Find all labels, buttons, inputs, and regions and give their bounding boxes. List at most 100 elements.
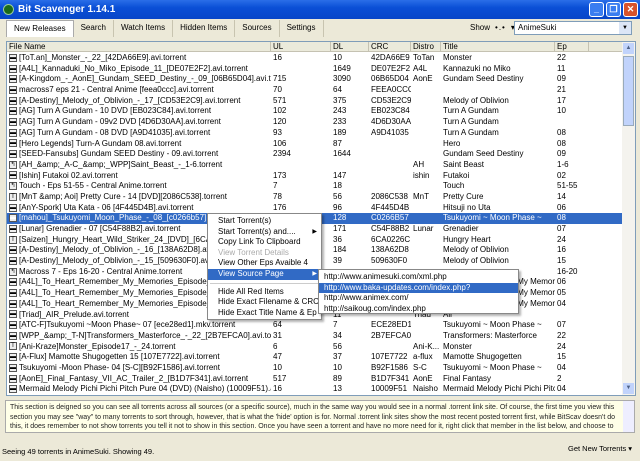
cell-crc: 42DA66E9 bbox=[371, 53, 410, 62]
close-button[interactable]: ✕ bbox=[623, 2, 638, 17]
menu-item[interactable]: View Source Page ▶ bbox=[208, 268, 321, 280]
torrent-file-icon: T bbox=[9, 235, 17, 244]
table-row[interactable]: ▬ [ATC-F]Tsukuyomi ~Moon Phase~ 07 [ece28… bbox=[7, 320, 623, 331]
column-header[interactable] bbox=[589, 42, 623, 51]
cell-ep bbox=[555, 310, 589, 321]
minimize-button[interactable]: _ bbox=[589, 2, 604, 17]
cell-dl: 64 bbox=[333, 85, 342, 95]
source-url-item[interactable]: http://www.animesuki.com/xml.php bbox=[319, 272, 518, 283]
source-url-item[interactable]: http://saikoug.com/index.php bbox=[319, 304, 518, 315]
menu-item[interactable]: Hide All Red Items bbox=[208, 287, 321, 298]
cell-ul: 176 bbox=[273, 202, 287, 212]
column-header[interactable]: Distro bbox=[411, 42, 441, 51]
cell-title: Kannazuki no Miko bbox=[443, 63, 511, 73]
cell-distro: ishin bbox=[413, 170, 430, 180]
table-row[interactable]: ▬ [AG] Turn A Gundam - 09v2 DVD [4D6D30AA… bbox=[7, 117, 623, 128]
cell-crc bbox=[369, 149, 411, 160]
scroll-down-icon[interactable]: ▼ bbox=[623, 383, 634, 394]
cell-extra bbox=[589, 299, 623, 310]
table-row[interactable]: T [MnT &amp; Aoi] Pretty Cure - 14 [DVD][… bbox=[7, 192, 623, 203]
column-header[interactable]: File Name bbox=[7, 42, 271, 51]
cell-distro: AH bbox=[413, 159, 425, 169]
cell-file: ▬ [WPP_&amp;_T-N]Transformers_Masterforce… bbox=[7, 331, 271, 342]
cell-extra bbox=[589, 224, 623, 235]
cell-dl: 13 bbox=[333, 384, 342, 394]
cell-distro bbox=[411, 245, 441, 256]
cell-extra bbox=[589, 128, 623, 139]
window-title: Bit Scavenger 1.14.1 bbox=[18, 4, 116, 15]
cell-extra bbox=[589, 64, 623, 75]
torrent-file-icon: ▬ bbox=[9, 353, 17, 362]
cell-extra bbox=[589, 342, 623, 353]
table-row[interactable]: ↰ [AH_&amp;_A-C_&amp;_WPP]Saint_Beast_-_1… bbox=[7, 160, 623, 171]
column-header[interactable]: Title bbox=[441, 42, 555, 51]
table-row[interactable]: T [Ani-Kraze]Monster_Episode17_-_24.torre… bbox=[7, 342, 623, 353]
table-row[interactable]: ▬ Mermaid Melody Pichi Pichi Pitch Pure 0… bbox=[7, 384, 623, 395]
submenu-arrow-icon: ▶ bbox=[312, 270, 317, 277]
cell-ul: 6 bbox=[273, 341, 278, 351]
cell-ep: 04 bbox=[557, 362, 566, 372]
cell-title: Monster bbox=[443, 53, 472, 62]
cell-title: Melody of Oblivion bbox=[443, 245, 509, 255]
table-row[interactable]: ▬ [A-Kingdom_-_AonE]_Gundam_SEED_Destiny_… bbox=[7, 74, 623, 85]
source-url-item[interactable]: http://www.animex.com/ bbox=[319, 293, 518, 304]
scroll-thumb[interactable] bbox=[623, 56, 634, 126]
table-row[interactable]: ▬ [SEED-Fansubs] Gundam SEED Destiny - 09… bbox=[7, 149, 623, 160]
context-menu: Start Torrent(s) Start Torrent(s) and....… bbox=[207, 213, 322, 320]
menu-item-label: View Source Page bbox=[218, 268, 284, 278]
table-row[interactable]: ↰ Touch - Eps 51-55 - Central Anime.torre… bbox=[7, 181, 623, 192]
tab-search[interactable]: Search bbox=[74, 20, 114, 37]
table-row[interactable]: ▬ [AonE]_Final_Fantasy_VII_AC_Trailer_2_[… bbox=[7, 374, 623, 385]
cell-distro bbox=[411, 320, 441, 331]
table-row[interactable]: ▬ [WPP_&amp;_T-N]Transformers_Masterforce… bbox=[7, 331, 623, 342]
tab-watch-items[interactable]: Watch Items bbox=[114, 20, 174, 37]
table-row[interactable]: ▬ [A-Flux] Mamotte Shugogetten 15 [107E77… bbox=[7, 352, 623, 363]
menu-item[interactable]: Hide Exact Title Name & Ep bbox=[208, 308, 321, 319]
table-row[interactable]: ▬ [Hero Legends] Turn-A Gundam 08.avi.tor… bbox=[7, 139, 623, 150]
menu-item[interactable]: Hide Exact Filename & CRC bbox=[208, 297, 321, 308]
table-row[interactable]: ▬ Tsukuyomi -Moon Phase- 04 [S-C][B92F158… bbox=[7, 363, 623, 374]
table-row[interactable]: ▬ [A-Destiny]_Melody_of_Oblivion_-_17_[CD… bbox=[7, 96, 623, 107]
source-url-item[interactable]: http://www.baka-updates.com/index.php?pa… bbox=[319, 282, 518, 302]
cell-ul: 31 bbox=[273, 330, 282, 340]
table-row[interactable]: ▬ [AG] Turn A Gundam - 08 DVD [A9D41035].… bbox=[7, 128, 623, 139]
menu-item[interactable]: Copy Link To Clipboard bbox=[208, 237, 321, 248]
cell-ep: 22 bbox=[557, 330, 566, 340]
table-row[interactable]: ▬ [ToT.an]_Monster_-_22_[42DA66E9].avi.to… bbox=[7, 53, 623, 64]
file-name: [Ishin] Futakoi 02.avi.torrent bbox=[19, 170, 118, 180]
cell-distro bbox=[411, 149, 441, 160]
column-header[interactable]: CRC bbox=[369, 42, 411, 51]
cell-crc: 2B7EFCA0 bbox=[371, 330, 411, 340]
cell-distro: AonE bbox=[413, 74, 433, 84]
column-header[interactable]: UL bbox=[271, 42, 331, 51]
menu-item[interactable]: Start Torrent(s) and.... ▶ bbox=[208, 227, 321, 238]
chevron-down-icon[interactable]: ▼ bbox=[619, 22, 631, 34]
scroll-up-icon[interactable]: ▲ bbox=[623, 43, 634, 54]
source-select[interactable]: AnimeSuki ▼ bbox=[514, 21, 632, 35]
cell-ep: 07 bbox=[557, 224, 566, 233]
table-row[interactable]: ▬ [A4L]_Kannaduki_No_Miko_Episode_11_[DE0… bbox=[7, 64, 623, 75]
cell-title: Hungry Heart bbox=[443, 234, 491, 244]
table-row[interactable]: ▬ [AnY-Spork] Uta Kata - 06 [4F445D4B].av… bbox=[7, 203, 623, 214]
column-header[interactable]: DL bbox=[331, 42, 369, 51]
get-new-torrents-button[interactable]: Get New Torrents ▾ bbox=[568, 444, 632, 453]
show-dropdown[interactable]: •.• bbox=[495, 23, 506, 32]
restore-button[interactable]: ❐ bbox=[606, 2, 621, 17]
tab-hidden-items[interactable]: Hidden Items bbox=[173, 20, 236, 37]
file-name: [AonE]_Final_Fantasy_VII_AC_Trailer_2_[B… bbox=[19, 373, 249, 383]
cell-ul: 571 bbox=[273, 95, 287, 105]
description-scrollbar[interactable] bbox=[623, 401, 634, 432]
cell-extra bbox=[589, 149, 623, 160]
list-scrollbar[interactable]: ▲ ▼ bbox=[622, 42, 635, 395]
menu-item[interactable]: Start Torrent(s) bbox=[208, 216, 321, 227]
tab-new-releases[interactable]: New Releases bbox=[6, 20, 74, 37]
table-row[interactable]: ▬ macross7 eps 21 - Central Anime [feea0c… bbox=[7, 85, 623, 96]
tab-settings[interactable]: Settings bbox=[280, 20, 324, 37]
table-row[interactable]: ▬ [Ishin] Futakoi 02.avi.torrent 173 147 ish… bbox=[7, 171, 623, 182]
tab-sources[interactable]: Sources bbox=[235, 20, 280, 37]
table-row[interactable]: ▬ [AG] Turn A Gundam - 10 DVD [EB023C84].… bbox=[7, 106, 623, 117]
column-header[interactable]: Ep bbox=[555, 42, 589, 51]
menu-item[interactable]: View Other Eps Avaible 4 Title bbox=[208, 258, 321, 278]
cell-ep: 14 bbox=[557, 191, 566, 201]
cell-ep: 11 bbox=[557, 63, 566, 73]
